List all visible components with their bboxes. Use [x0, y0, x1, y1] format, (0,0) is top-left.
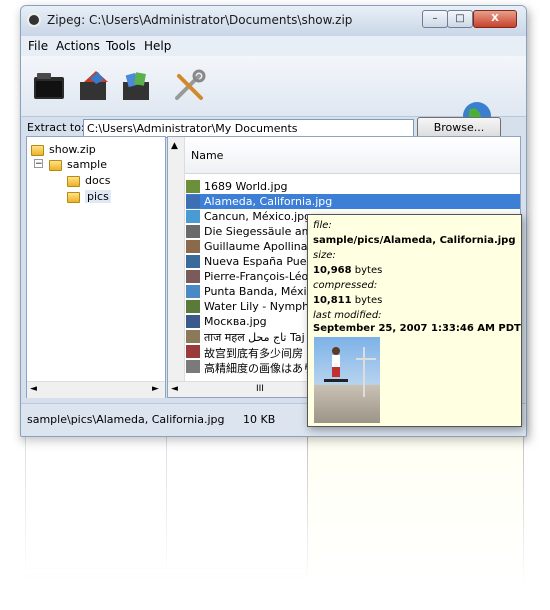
file-name: Cancun, México.jpg	[204, 210, 312, 223]
folder-tree: show.zip − sample docs pics ◄ ►	[26, 136, 166, 398]
browse-button[interactable]: Browse...	[417, 117, 501, 138]
toolbar	[21, 56, 526, 130]
tooltip-compressed-unit: bytes	[354, 295, 383, 306]
image-thumbnail-icon	[186, 330, 200, 343]
tooltip-compressed-label: compressed:	[313, 280, 378, 291]
tooltip-file-value: sample/pics/Alameda, California.jpg	[313, 235, 516, 246]
image-thumbnail-icon	[186, 315, 200, 328]
status-path: sample\pics\Alameda, California.jpg	[27, 413, 225, 426]
folder-icon	[31, 145, 44, 156]
tooltip-size-unit: bytes	[354, 265, 383, 276]
image-thumbnail-icon	[186, 180, 200, 193]
tooltip-modified-label: last modified:	[313, 310, 382, 321]
reflection-fade	[0, 437, 550, 610]
image-thumbnail-icon	[186, 345, 200, 358]
file-name: 1689 World.jpg	[204, 180, 288, 193]
tools-icon[interactable]	[171, 68, 207, 104]
maximize-button[interactable]: □	[447, 10, 473, 28]
tree-item-label: show.zip	[49, 143, 96, 156]
file-list-row[interactable]: Alameda, California.jpg	[186, 194, 520, 209]
window-title: Zipeg: C:\Users\Administrator\Documents\…	[47, 13, 353, 27]
menu-actions[interactable]: Actions	[56, 39, 100, 53]
tree-horizontal-scrollbar[interactable]: ◄ ►	[27, 381, 165, 398]
menu-tools[interactable]: Tools	[106, 39, 136, 53]
image-thumbnail-icon	[186, 285, 200, 298]
list-vertical-scrollbar[interactable]: ▲	[168, 137, 185, 381]
image-thumbnail-icon	[186, 360, 200, 373]
image-thumbnail-icon	[186, 255, 200, 268]
zipeg-app-icon	[27, 13, 41, 27]
file-name: Alameda, California.jpg	[204, 195, 333, 208]
tree-item-label: docs	[85, 174, 111, 187]
scroll-right-arrow-icon[interactable]: ►	[152, 384, 159, 394]
file-list-row[interactable]: 1689 World.jpg	[186, 179, 520, 194]
file-name: Москва.jpg	[204, 315, 267, 328]
open-archive-icon[interactable]	[31, 68, 67, 104]
tooltip-modified-value: September 25, 2007 1:33:46 AM PDT	[313, 323, 521, 334]
column-header-name[interactable]: Name	[191, 149, 223, 162]
tooltip-size-line: 10,968 bytes	[313, 265, 382, 276]
title-bar[interactable]: Zipeg: C:\Users\Administrator\Documents\…	[21, 6, 526, 36]
status-size: 10 KB	[243, 413, 276, 426]
tree-item-label: pics	[85, 190, 111, 203]
scroll-left-arrow-icon[interactable]: ◄	[30, 384, 37, 394]
collapse-toggle[interactable]: −	[34, 159, 43, 169]
image-thumbnail-icon	[186, 270, 200, 283]
menu-bar: File Actions Tools Help	[21, 36, 526, 56]
folder-icon	[67, 176, 80, 187]
scroll-thumb-grip[interactable]: III	[256, 384, 264, 394]
tooltip-size-value: 10,968	[313, 265, 352, 276]
folder-icon	[49, 160, 62, 171]
image-thumbnail-icon	[186, 300, 200, 313]
extract-all-icon[interactable]	[119, 68, 155, 104]
file-name: 故宫到底有多少间房 最	[204, 347, 318, 359]
tooltip-compressed-value: 10,811	[313, 295, 352, 306]
scroll-left-arrow-icon[interactable]: ◄	[171, 384, 178, 394]
list-header: Name	[185, 137, 520, 174]
tree-item-label: sample	[67, 158, 107, 171]
image-thumbnail-icon	[186, 195, 200, 208]
image-preview	[314, 337, 380, 423]
close-button[interactable]: X	[473, 10, 517, 28]
tooltip-compressed-line: 10,811 bytes	[313, 295, 382, 306]
image-thumbnail-icon	[186, 225, 200, 238]
image-thumbnail-icon	[186, 210, 200, 223]
minimize-button[interactable]: –	[422, 10, 448, 28]
tooltip-file-label: file:	[313, 220, 332, 231]
file-info-tooltip: file: sample/pics/Alameda, California.jp…	[307, 214, 522, 427]
menu-help[interactable]: Help	[144, 39, 171, 53]
extract-to-label: Extract to:	[27, 121, 85, 134]
extract-icon[interactable]	[76, 68, 112, 104]
image-thumbnail-icon	[186, 240, 200, 253]
tooltip-size-label: size:	[313, 250, 336, 261]
scroll-up-arrow-icon[interactable]: ▲	[171, 141, 178, 151]
menu-file[interactable]: File	[28, 39, 48, 53]
folder-icon	[67, 192, 80, 203]
